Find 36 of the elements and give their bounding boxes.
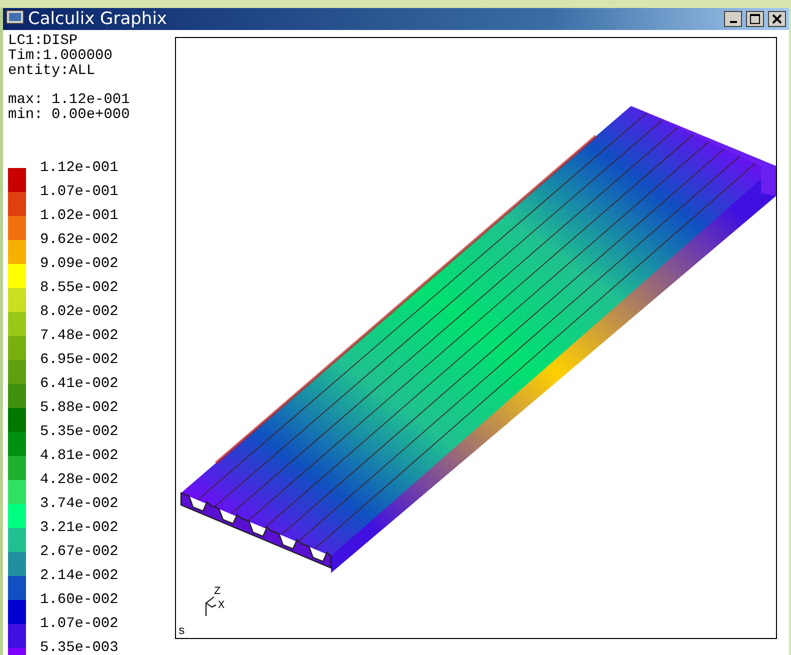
legend-label: 3.21e-002 bbox=[40, 519, 118, 538]
legend-label: 4.81e-002 bbox=[40, 447, 118, 466]
legend-label: 8.02e-002 bbox=[40, 303, 118, 322]
close-icon bbox=[772, 14, 782, 24]
legend-label: 9.09e-002 bbox=[40, 255, 118, 274]
window-title: Calculix Graphix bbox=[28, 9, 168, 29]
axis-label: Z bbox=[214, 586, 221, 598]
legend-label: 3.74e-002 bbox=[40, 495, 118, 514]
legend-label: 5.88e-002 bbox=[40, 399, 118, 418]
legend-label: 4.28e-002 bbox=[40, 471, 118, 490]
legend-label: 2.67e-002 bbox=[40, 543, 118, 562]
legend-label: 6.95e-002 bbox=[40, 351, 118, 370]
legend-label: 5.35e-002 bbox=[40, 423, 118, 442]
legend-label: 1.02e-001 bbox=[40, 207, 118, 226]
minimize-icon bbox=[730, 21, 736, 23]
info-text: LC1:DISP bbox=[8, 34, 78, 49]
legend-label: 6.41e-002 bbox=[40, 375, 118, 394]
maximize-button[interactable] bbox=[746, 11, 764, 27]
legend-label: 8.55e-002 bbox=[40, 279, 118, 298]
legend-label: 5.35e-003 bbox=[40, 639, 118, 655]
legend-label: 1.12e-001 bbox=[40, 159, 118, 178]
axis-label: X bbox=[218, 600, 225, 612]
min-value: min: 0.00e+000 bbox=[8, 108, 131, 123]
legend-label: 7.48e-002 bbox=[40, 327, 118, 346]
legend-label: 2.14e-002 bbox=[40, 567, 118, 586]
legend-label: 1.07e-002 bbox=[40, 615, 118, 634]
minimize-button[interactable] bbox=[724, 11, 742, 27]
max-value: max: 1.12e-001 bbox=[8, 93, 131, 108]
legend-label: 1.60e-002 bbox=[40, 591, 118, 610]
maximize-icon bbox=[750, 14, 760, 24]
legend-label: 1.07e-001 bbox=[40, 183, 118, 202]
info-text: entity:ALL bbox=[8, 64, 96, 79]
legend-label: 9.62e-002 bbox=[40, 231, 118, 250]
info-text: Tim:1.000000 bbox=[8, 49, 114, 64]
close-button[interactable] bbox=[768, 11, 786, 27]
corner-label: s bbox=[178, 624, 186, 638]
